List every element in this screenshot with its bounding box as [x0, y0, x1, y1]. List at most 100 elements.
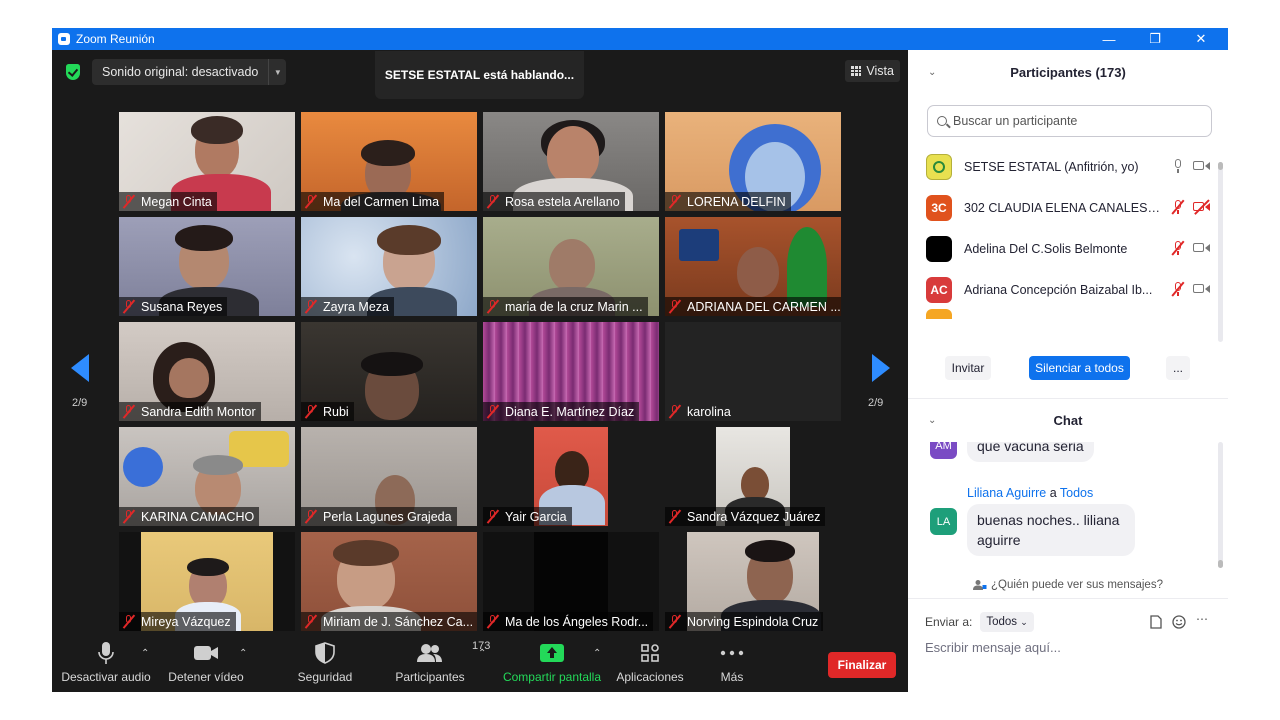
chat-header: ⌄ Chat [908, 400, 1228, 440]
video-tile[interactable]: Rosa estela Arellano [483, 112, 659, 211]
participant-row[interactable]: 3C 302 CLAUDIA ELENA CANALES ... [926, 187, 1222, 228]
emoji-icon[interactable] [1172, 615, 1186, 629]
restore-button[interactable]: ❐ [1132, 28, 1178, 50]
original-sound-control[interactable]: Sonido original: desactivado ▼ [92, 59, 287, 85]
share-options-caret-icon[interactable]: ⌃ [593, 648, 601, 659]
person-lock-icon [973, 580, 987, 590]
participant-row[interactable]: Adelina Del C.Solis Belmonte [926, 228, 1222, 269]
participants-button[interactable]: 173 Participantes [390, 638, 490, 692]
chat-title: Chat [1053, 412, 1083, 428]
muted-mic-icon[interactable] [1171, 241, 1185, 256]
original-sound-label[interactable]: Sonido original: desactivado [92, 65, 268, 79]
participant-row[interactable]: AC Adriana Concepción Baizabal Ib... [926, 269, 1222, 310]
chat-message-input[interactable]: Escribir mensaje aquí... [925, 640, 1061, 655]
previous-page-arrow-icon[interactable] [71, 354, 89, 382]
chat-scrollbar[interactable] [1218, 442, 1223, 568]
audio-options-caret-icon[interactable]: ⌃ [141, 648, 149, 659]
participant-name: maria de la cruz Marin ... [505, 299, 643, 314]
video-stage: Sonido original: desactivado ▼ SETSE EST… [52, 50, 908, 692]
participant-name: Diana E. Martínez Díaz [505, 404, 635, 419]
collapse-chevron-icon[interactable]: ⌄ [928, 67, 936, 78]
video-tile[interactable]: ADRIANA DEL CARMEN ... [665, 217, 841, 316]
muted-mic-icon [668, 509, 682, 524]
end-meeting-button[interactable]: Finalizar [828, 652, 896, 678]
video-tile[interactable]: Perla Lagunes Grajeda [301, 427, 477, 526]
security-label: Seguridad [297, 670, 353, 684]
participant-name: LORENA DELFIN [687, 194, 786, 209]
video-tile[interactable]: Ma del Carmen Lima [301, 112, 477, 211]
video-tile[interactable]: Mireya Vázquez [119, 532, 295, 631]
video-tile[interactable]: Miriam de J. Sánchez Ca... [301, 532, 477, 631]
video-tile[interactable]: Megan Cinta [119, 112, 295, 211]
video-tile[interactable]: Sandra Vázquez Juárez [665, 427, 841, 526]
participant-name: Susana Reyes [141, 299, 223, 314]
video-tile[interactable]: maria de la cruz Marin ... [483, 217, 659, 316]
search-placeholder: Buscar un participante [953, 114, 1078, 128]
apps-label: Aplicaciones [616, 670, 684, 684]
video-tile[interactable]: Sandra Edith Montor [119, 322, 295, 421]
muted-mic-icon[interactable] [1171, 282, 1185, 297]
video-tile[interactable]: Norving Espindola Cruz [665, 532, 841, 631]
video-tile[interactable]: Ma de los Ángeles Rodr... [483, 532, 659, 631]
active-speaker-banner: SETSE ESTATAL está hablando... [375, 51, 584, 99]
share-screen-button[interactable]: Compartir pantalla [500, 638, 604, 692]
muted-mic-icon [304, 614, 318, 629]
more-options-icon[interactable]: ⋯ [1196, 612, 1208, 626]
view-label: Vista [866, 64, 894, 78]
more-options-button[interactable]: ... [1166, 356, 1190, 380]
close-button[interactable]: ✕ [1178, 28, 1224, 50]
apps-button[interactable]: Aplicaciones [614, 638, 686, 692]
chat-sender[interactable]: Liliana Aguirre [967, 486, 1046, 500]
next-page-arrow-icon[interactable] [872, 354, 890, 382]
muted-mic-icon[interactable] [1171, 200, 1185, 215]
minimize-button[interactable]: — [1086, 28, 1132, 50]
mute-all-button[interactable]: Silenciar a todos [1029, 356, 1130, 380]
who-can-see-link[interactable]: ¿Quién puede ver sus mensajes? [908, 572, 1228, 598]
video-tile[interactable]: LORENA DELFIN [665, 112, 841, 211]
participant-actions: Invitar Silenciar a todos ... [908, 356, 1228, 388]
send-to-dropdown[interactable]: Todos ⌄ [980, 612, 1034, 632]
stop-video-button[interactable]: Detener vídeo [166, 638, 246, 692]
avatar: AC [926, 276, 952, 303]
participants-scrollbar[interactable] [1218, 162, 1223, 342]
video-camera-icon[interactable] [1193, 159, 1211, 173]
muted-mic-icon [486, 614, 500, 629]
avatar [926, 153, 952, 180]
participant-name: KARINA CAMACHO [141, 509, 255, 524]
video-tile[interactable]: Rubi [301, 322, 477, 421]
collapse-chevron-icon[interactable]: ⌄ [928, 415, 936, 426]
avatar: AM [930, 442, 957, 459]
chevron-down-icon[interactable]: ▼ [268, 59, 286, 85]
muted-mic-icon [668, 299, 682, 314]
mute-audio-label: Desactivar audio [61, 670, 151, 684]
mute-audio-button[interactable]: Desactivar audio [61, 638, 151, 692]
view-button[interactable]: Vista [845, 60, 900, 82]
video-tile[interactable]: KARINA CAMACHO [119, 427, 295, 526]
video-off-icon[interactable] [1193, 200, 1211, 214]
participant-row-name: 302 CLAUDIA ELENA CANALES ... [964, 200, 1160, 215]
video-tile[interactable]: Diana E. Martínez Díaz [483, 322, 659, 421]
chat-recipient[interactable]: Todos [1060, 486, 1093, 500]
muted-mic-icon [122, 194, 136, 209]
participants-options-caret-icon[interactable]: ⌃ [478, 648, 486, 659]
file-icon[interactable] [1150, 615, 1162, 629]
participant-search-input[interactable]: Buscar un participante [927, 105, 1212, 137]
video-tile[interactable]: Yair Garcia [483, 427, 659, 526]
security-button[interactable]: Seguridad [290, 638, 360, 692]
send-to-selector: Enviar a: Todos ⌄ [925, 608, 1034, 636]
video-tile[interactable]: karolina [665, 322, 841, 421]
invite-button[interactable]: Invitar [945, 356, 991, 380]
encryption-shield-icon[interactable] [66, 64, 80, 80]
video-camera-icon[interactable] [1193, 282, 1211, 296]
video-options-caret-icon[interactable]: ⌃ [239, 648, 247, 659]
participant-name: Ma del Carmen Lima [323, 194, 440, 209]
video-camera-icon[interactable] [1193, 241, 1211, 255]
chat-to-word: a [1049, 486, 1057, 500]
video-tile[interactable]: Zayra Meza [301, 217, 477, 316]
muted-mic-icon [304, 509, 318, 524]
participant-row[interactable]: SETSE ESTATAL (Anfitrión, yo) [926, 146, 1222, 187]
muted-mic-icon [122, 299, 136, 314]
more-button[interactable]: Más [712, 638, 752, 692]
microphone-icon[interactable] [1171, 159, 1185, 174]
video-tile[interactable]: Susana Reyes [119, 217, 295, 316]
